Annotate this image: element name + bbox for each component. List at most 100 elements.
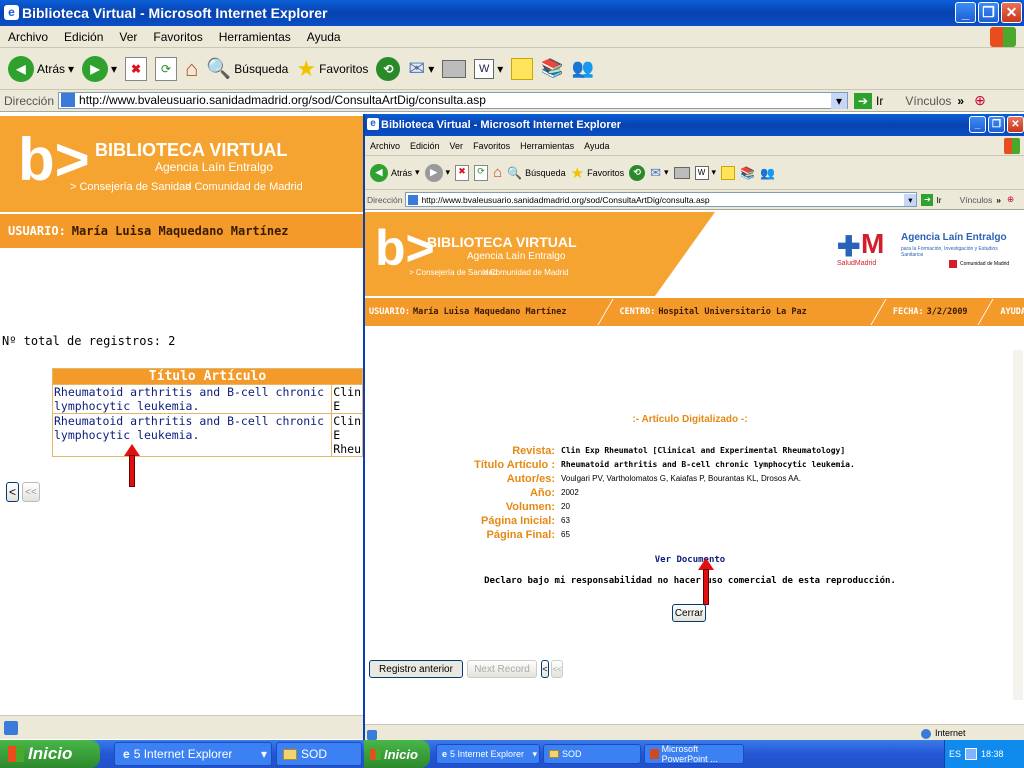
minimize-icon[interactable]: _ (969, 116, 986, 133)
forward-button[interactable]: ▶ ▾ (82, 55, 117, 82)
dropdown-arrow-icon[interactable]: ▾ (831, 92, 848, 109)
research-button[interactable]: 📚 (541, 58, 563, 79)
favorites-button[interactable]: ★ Favoritos (571, 164, 624, 182)
menu-ver[interactable]: Ver (111, 30, 145, 44)
chevron-down-icon[interactable]: ▾ (446, 167, 451, 178)
research-button[interactable]: 📚 (740, 166, 755, 180)
note-button[interactable] (721, 165, 736, 180)
go-arrow-icon[interactable]: ➔ (854, 92, 873, 109)
links-label[interactable]: Vínculos (960, 195, 993, 205)
prev-page-button[interactable]: < (6, 482, 19, 502)
banner-link-consejeria[interactable]: > Consejería de Sanidad (70, 181, 191, 193)
search-button[interactable]: 🔍 Búsqueda (206, 56, 288, 81)
chevron-down-icon: ▾ (260, 747, 267, 761)
links-chevron-icon[interactable]: » (957, 94, 964, 108)
menu-ayuda[interactable]: Ayuda (299, 30, 349, 44)
menu-favoritos[interactable]: Favoritos (468, 141, 515, 151)
forward-button[interactable]: ▶ ▾ (424, 163, 451, 182)
chevron-down-icon[interactable]: ▾ (664, 167, 669, 178)
task-sod[interactable]: SOD (543, 744, 641, 764)
address-input[interactable]: http://www.bvaleusuario.sanidadmadrid.or… (58, 92, 849, 109)
banner-link-comunidad[interactable]: > Comunidad de Madrid (483, 268, 569, 277)
history-button[interactable]: ⟲ (376, 56, 401, 81)
outer-titlebar[interactable]: e Biblioteca Virtual - Microsoft Interne… (0, 0, 1024, 26)
table-row[interactable]: Rheumatoid arthritis and B-cell chronic … (51, 384, 363, 414)
prev-record-button[interactable]: Registro anterior (369, 660, 463, 678)
refresh-button[interactable]: ⟳ (155, 56, 178, 81)
chevron-down-icon[interactable]: ▾ (712, 167, 717, 178)
go-arrow-icon[interactable]: ➔ (921, 193, 934, 206)
menu-archivo[interactable]: Archivo (365, 141, 405, 151)
menu-favoritos[interactable]: Favoritos (145, 30, 210, 44)
chevron-down-icon[interactable]: ▾ (111, 62, 117, 76)
stop-icon: ✖ (455, 164, 470, 181)
messenger-button[interactable]: 👥 (572, 58, 594, 79)
row-title[interactable]: Rheumatoid arthritis and B-cell chronic … (51, 384, 333, 414)
print-button[interactable] (442, 59, 467, 78)
restore-icon[interactable]: ❐ (988, 116, 1005, 133)
task-ie[interactable]: e 5 Internet Explorer ▾ (114, 742, 272, 766)
chevron-down-icon[interactable]: ▾ (497, 62, 503, 76)
favorites-button[interactable]: ★ Favoritos (296, 56, 368, 82)
ver-documento-link[interactable]: Ver Documento (365, 555, 1015, 565)
first-page-button[interactable]: << (22, 482, 40, 502)
minimize-icon[interactable]: _ (955, 2, 976, 23)
mail-button[interactable]: ✉ ▾ (408, 56, 434, 81)
restore-icon[interactable]: ❐ (978, 2, 999, 23)
print-button[interactable] (673, 166, 690, 179)
menu-herramientas[interactable]: Herramientas (515, 141, 579, 151)
search-button[interactable]: 🔍 Búsqueda (507, 166, 566, 180)
ayuda-link[interactable]: AYUDA (1000, 307, 1024, 317)
links-chevron-icon[interactable]: » (996, 195, 1001, 205)
back-button[interactable]: ◀ Atrás ▾ (8, 55, 74, 82)
history-button[interactable]: ⟲ (629, 164, 646, 181)
chevron-down-icon[interactable]: ▾ (415, 167, 420, 178)
note-button[interactable] (511, 57, 534, 80)
chevron-down-icon[interactable]: ▾ (68, 62, 74, 76)
task-ie[interactable]: e 5 Internet Explorer ▾ (436, 744, 540, 764)
menu-edicion[interactable]: Edición (56, 30, 111, 44)
edit-button[interactable]: W ▾ (694, 165, 717, 180)
menu-ayuda[interactable]: Ayuda (579, 141, 614, 151)
toolbar-extra-icon[interactable]: ⊕ (1007, 194, 1014, 205)
first-button[interactable]: << (551, 660, 563, 678)
stop-button[interactable]: ✖ (455, 164, 470, 181)
field-value: 2002 (561, 488, 579, 497)
close-icon[interactable]: ✕ (1001, 2, 1022, 23)
next-record-button[interactable]: Next Record (467, 660, 537, 678)
go-button[interactable]: Ir (936, 195, 941, 205)
stop-button[interactable]: ✖ (125, 56, 148, 81)
row-title[interactable]: Rheumatoid arthritis and B-cell chronic … (51, 413, 333, 457)
toolbar-extra-icon[interactable]: ⊕ (974, 92, 986, 109)
prev-button[interactable]: < (541, 660, 549, 678)
messenger-button[interactable]: 👥 (760, 166, 775, 180)
mail-button[interactable]: ✉ ▾ (650, 165, 668, 181)
go-button[interactable]: Ir (876, 94, 883, 108)
language-indicator[interactable]: ES (949, 749, 961, 759)
edit-button[interactable]: W ▾ (474, 58, 503, 79)
address-input[interactable]: http://www.bvaleusuario.sanidadmadrid.or… (405, 191, 918, 208)
inner-titlebar[interactable]: e Biblioteca Virtual - Microsoft Interne… (365, 114, 1024, 136)
task-sod[interactable]: SOD (276, 742, 362, 766)
cerrar-button[interactable]: Cerrar (672, 604, 706, 622)
back-button[interactable]: ◀ Atrás ▾ (370, 163, 420, 182)
task-powerpoint[interactable]: Microsoft PowerPoint ... (644, 744, 744, 764)
home-button[interactable]: ⌂ (493, 164, 502, 181)
links-label[interactable]: Vínculos (905, 94, 951, 108)
start-button[interactable]: Inicio (0, 740, 100, 768)
banner-link-comunidad[interactable]: > Comunidad de Madrid (185, 181, 303, 193)
menu-archivo[interactable]: Archivo (0, 30, 56, 44)
menu-herramientas[interactable]: Herramientas (211, 30, 299, 44)
clock[interactable]: 18:38 (981, 749, 1004, 759)
menu-edicion[interactable]: Edición (405, 141, 445, 151)
network-icon[interactable] (965, 748, 978, 760)
dropdown-arrow-icon[interactable]: ▾ (904, 193, 917, 206)
start-button[interactable]: Inicio (364, 740, 430, 768)
close-icon[interactable]: ✕ (1007, 116, 1024, 133)
menu-ver[interactable]: Ver (445, 141, 469, 151)
banner-title: BIBLIOTECA VIRTUAL (95, 140, 288, 160)
refresh-button[interactable]: ⟳ (474, 164, 489, 181)
table-row[interactable]: Rheumatoid arthritis and B-cell chronic … (51, 413, 363, 457)
chevron-down-icon[interactable]: ▾ (428, 62, 434, 76)
home-button[interactable]: ⌂ (185, 56, 198, 82)
